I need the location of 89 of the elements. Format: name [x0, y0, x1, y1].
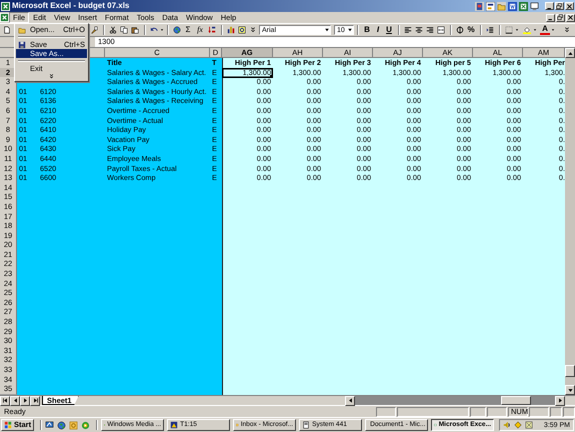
copy-icon: [120, 26, 128, 34]
cut-button[interactable]: [108, 25, 118, 35]
left-arrow-icon: [346, 397, 354, 404]
new-document-button[interactable]: [2, 25, 12, 35]
speaker-icon[interactable]: [502, 421, 511, 429]
minimize-button[interactable]: [545, 2, 554, 10]
italic-button[interactable]: I: [373, 25, 383, 35]
restore-button[interactable]: [556, 14, 565, 22]
horizontal-scrollbar[interactable]: [355, 396, 555, 405]
close-icon: [566, 2, 573, 10]
last-arrow-icon: [32, 397, 38, 404]
last-sheet-button[interactable]: [30, 396, 40, 406]
bold-button[interactable]: B: [362, 25, 372, 35]
word-document-icon[interactable]: [508, 2, 517, 10]
sort-icon: [208, 26, 216, 34]
folder-icon[interactable]: [497, 2, 506, 10]
sort-button[interactable]: [207, 25, 217, 35]
chart-button[interactable]: [226, 25, 236, 35]
cut-icon: [109, 26, 117, 34]
fill-color-icon: [523, 26, 531, 34]
new-document-icon: [3, 26, 11, 34]
borders-button[interactable]: [504, 25, 514, 35]
image-icon: [170, 421, 178, 429]
window-title: Microsoft Excel - budget 07.xls: [11, 2, 130, 10]
status-panel: [487, 406, 507, 416]
align-left-button[interactable]: [403, 25, 413, 35]
double-chevron-icon: [563, 26, 571, 34]
web-button[interactable]: [172, 25, 182, 35]
left-arrow-icon: [12, 397, 18, 404]
computer-icon: [302, 421, 310, 429]
more-buttons-button[interactable]: [248, 25, 258, 35]
indent-button[interactable]: [485, 25, 495, 35]
align-right-button[interactable]: [425, 25, 435, 35]
align-right-icon: [426, 26, 434, 34]
close-button[interactable]: [566, 14, 575, 22]
fill-color-button[interactable]: [522, 25, 532, 35]
paste-icon: [131, 26, 139, 34]
spreadsheet-app-icon: [1, 2, 10, 10]
indent-icon: [486, 26, 494, 34]
previous-sheet-button[interactable]: [10, 396, 20, 406]
center-icon: [415, 26, 423, 34]
document-icon[interactable]: [486, 2, 495, 10]
underline-button[interactable]: U: [384, 25, 394, 35]
close-icon: [567, 14, 574, 21]
align-left-icon: [404, 26, 412, 34]
format-painter-button[interactable]: [89, 25, 99, 35]
scroll-left-button[interactable]: [345, 396, 355, 406]
paste-button[interactable]: [130, 25, 140, 35]
monitor-icon[interactable]: [530, 2, 539, 10]
function-button[interactable]: fx: [194, 25, 206, 35]
minimize-button[interactable]: [546, 14, 555, 22]
copy-button[interactable]: [119, 25, 129, 35]
dropdown-arrow-icon[interactable]: [347, 26, 353, 34]
merge-center-button[interactable]: [436, 25, 446, 35]
desktop-icon[interactable]: [45, 420, 54, 430]
dropdown-arrow-icon[interactable]: [324, 26, 330, 34]
expand-menu-icon[interactable]: [48, 73, 55, 80]
folder-icon: [18, 26, 26, 34]
first-arrow-icon: [2, 397, 8, 404]
right-arrow-icon: [556, 397, 564, 404]
percent-button[interactable]: %: [466, 25, 476, 35]
borders-icon: [505, 26, 513, 34]
scroll-up-button[interactable]: [565, 48, 575, 58]
scroll-thumb[interactable]: [565, 365, 575, 377]
first-sheet-button[interactable]: [0, 396, 10, 406]
double-chevron-icon: [249, 26, 257, 34]
autosum-button[interactable]: Σ: [183, 25, 193, 35]
merge-center-icon: [437, 26, 445, 34]
windows-logo-icon: [4, 421, 12, 429]
dropdown-arrow-icon[interactable]: [551, 27, 555, 33]
up-arrow-icon: [566, 50, 574, 56]
scroll-thumb[interactable]: [501, 396, 531, 405]
font-color-button[interactable]: A: [540, 25, 550, 35]
chart-icon: [227, 26, 235, 34]
center-button[interactable]: [414, 25, 424, 35]
scroll-right-button[interactable]: [555, 396, 565, 406]
status-panel: [563, 406, 575, 416]
undo-icon: [150, 26, 158, 34]
vertical-scrollbar[interactable]: [565, 48, 575, 395]
close-button[interactable]: [565, 2, 574, 10]
restore-button[interactable]: [555, 2, 564, 10]
format-painter-icon: [90, 26, 98, 34]
next-sheet-button[interactable]: [20, 396, 30, 406]
globe-icon[interactable]: [57, 420, 66, 430]
web-icon: [173, 26, 181, 34]
more-buttons-button[interactable]: [562, 25, 572, 35]
right-arrow-icon: [22, 397, 28, 404]
scroll-down-button[interactable]: [565, 385, 575, 395]
down-arrow-icon: [566, 386, 574, 394]
